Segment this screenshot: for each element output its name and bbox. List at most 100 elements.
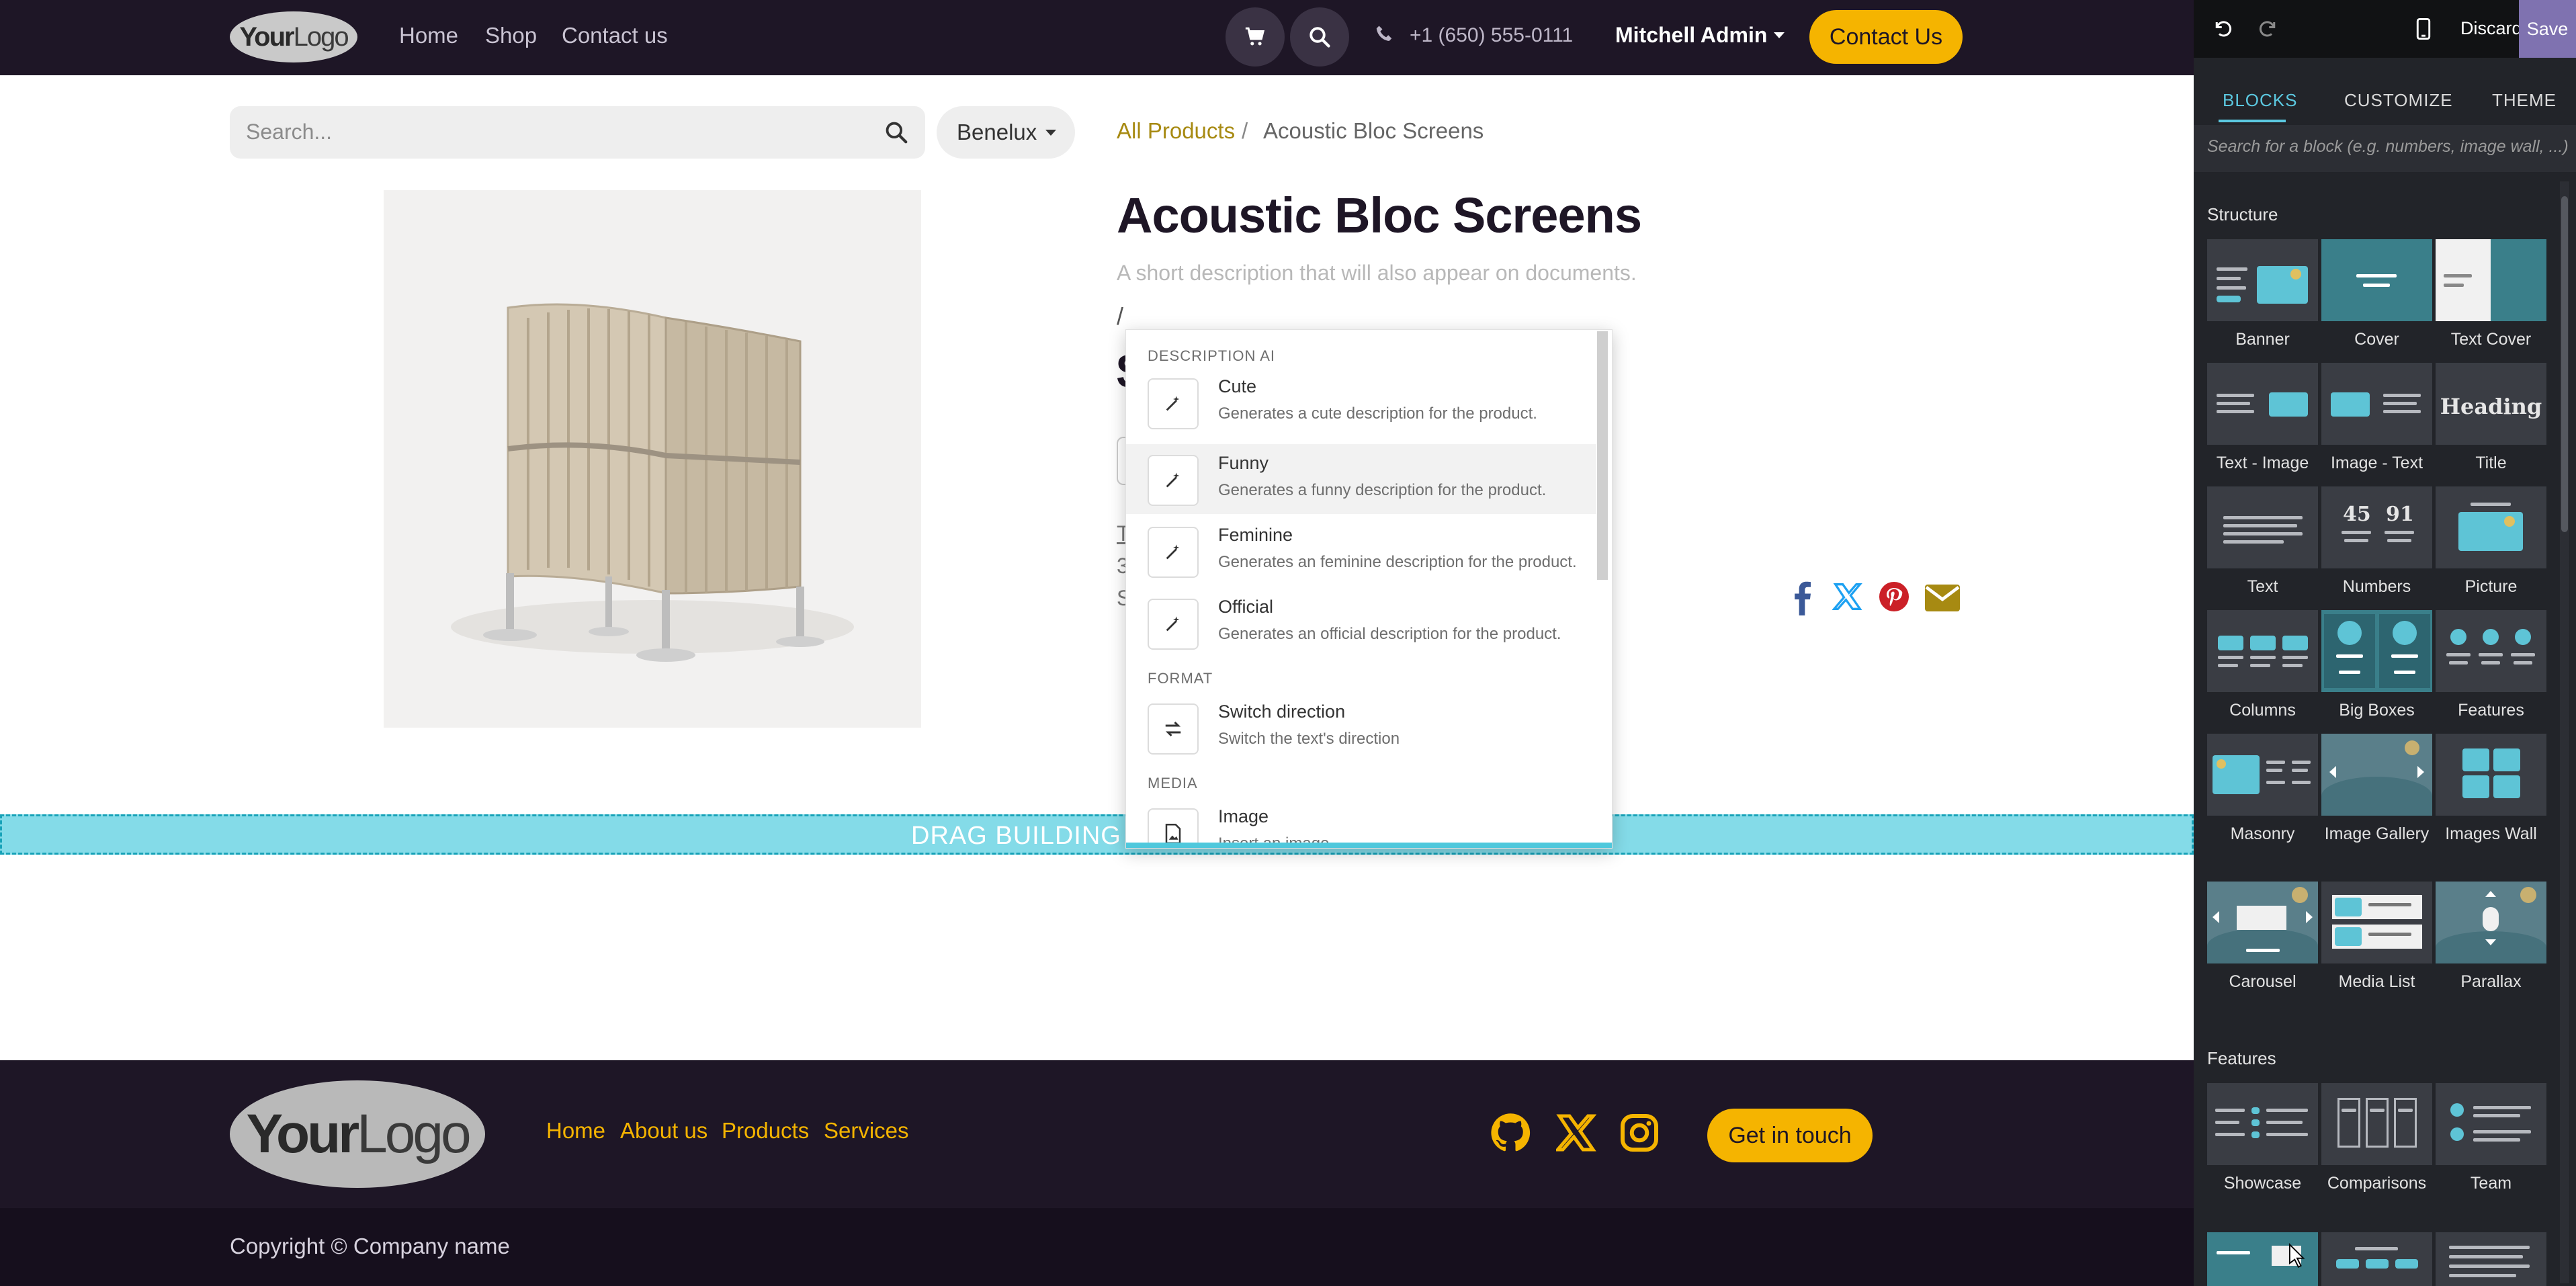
section-structure-title: Structure bbox=[2207, 204, 2278, 224]
command-feminine[interactable]: Feminine Generates an feminine descripti… bbox=[1126, 516, 1596, 586]
numbers-thumbnail-digit: 45 bbox=[2343, 503, 2371, 526]
active-tab-indicator bbox=[2219, 120, 2286, 122]
site-logo[interactable]: Your Logo bbox=[230, 11, 357, 62]
command-description: Generates an official description for th… bbox=[1218, 625, 1561, 643]
showcase-thumbnail bbox=[2207, 1083, 2318, 1165]
command-description: Switch the text's direction bbox=[1218, 730, 1400, 748]
editor-toolbar: Discard Save bbox=[2194, 0, 2576, 58]
big-boxes-thumbnail bbox=[2321, 610, 2432, 692]
search-button[interactable] bbox=[1290, 7, 1349, 67]
block-thumbnail bbox=[2436, 1232, 2546, 1286]
github-icon[interactable] bbox=[1490, 1113, 1531, 1153]
footer-link-services[interactable]: Services bbox=[824, 1118, 909, 1144]
command-palette: DESCRIPTION AI Cute Generates a cute des… bbox=[1125, 329, 1613, 849]
block-search[interactable]: Search for a block (e.g. numbers, image … bbox=[2194, 125, 2576, 172]
block-search-input[interactable]: Search for a block (e.g. numbers, image … bbox=[2207, 137, 2569, 157]
footer-logo[interactable]: Your Logo bbox=[230, 1080, 485, 1188]
redo-button[interactable] bbox=[2253, 13, 2284, 44]
block-label: Cover bbox=[2354, 330, 2399, 349]
block-feature-next-2[interactable] bbox=[2321, 1232, 2432, 1286]
block-label: Text - Image bbox=[2216, 454, 2309, 472]
cart-icon bbox=[1245, 27, 1265, 46]
mobile-preview-icon bbox=[2416, 18, 2431, 40]
block-label: Images Wall bbox=[2445, 824, 2537, 843]
tab-customize[interactable]: CUSTOMIZE bbox=[2344, 90, 2453, 111]
undo-icon bbox=[2215, 21, 2232, 37]
product-image[interactable] bbox=[384, 190, 921, 728]
product-short-description[interactable]: A short description that will also appea… bbox=[1117, 261, 1637, 286]
scrollbar[interactable] bbox=[1597, 331, 1608, 580]
footer-link-about[interactable]: About us bbox=[620, 1118, 707, 1144]
email-icon[interactable] bbox=[1925, 585, 1960, 611]
section-description-ai: DESCRIPTION AI bbox=[1148, 347, 1276, 364]
command-description: Generates an feminine description for th… bbox=[1218, 553, 1577, 571]
chevron-down-icon bbox=[1045, 130, 1056, 136]
breadcrumb-all-products[interactable]: All Products bbox=[1117, 118, 1235, 144]
pinterest-icon[interactable] bbox=[1879, 582, 1909, 611]
page: Your Logo Home Shop Contact us +1 (650) 5… bbox=[0, 0, 2576, 1286]
copyright-text: Copyright © Company name bbox=[230, 1234, 510, 1258]
drag-drop-zone[interactable]: DRAG BUILDING B bbox=[0, 814, 2194, 855]
command-label: Feminine bbox=[1218, 525, 1293, 545]
logo-text-bold: Your bbox=[246, 1103, 359, 1164]
nav-contact-us[interactable]: Contact us bbox=[562, 23, 668, 48]
image-text-thumbnail bbox=[2321, 363, 2432, 445]
command-label: Official bbox=[1218, 597, 1274, 617]
block-label: Title bbox=[2475, 454, 2507, 472]
parallax-thumbnail bbox=[2436, 882, 2546, 963]
command-official[interactable]: Official Generates an official descripti… bbox=[1126, 588, 1596, 658]
contact-us-button[interactable]: Contact Us bbox=[1809, 10, 1963, 64]
magic-wand-icon bbox=[1148, 599, 1199, 650]
media-list-thumbnail bbox=[2321, 882, 2432, 963]
block-label: Team bbox=[2470, 1174, 2512, 1193]
block-label: Features bbox=[2458, 701, 2524, 720]
logo-text-light: Logo bbox=[293, 22, 349, 52]
acoustic-screen-illustration bbox=[451, 303, 854, 662]
command-funny[interactable]: Funny Generates a funny description for … bbox=[1126, 444, 1596, 514]
product-title[interactable]: Acoustic Bloc Screens bbox=[1117, 187, 1642, 244]
drop-zone-label: DRAG BUILDING B bbox=[911, 822, 1147, 850]
user-menu[interactable]: Mitchell Admin bbox=[1615, 23, 1767, 48]
top-navbar: Your Logo Home Shop Contact us +1 (650) 5… bbox=[0, 0, 2194, 75]
panel-scrollbar[interactable] bbox=[2560, 181, 2569, 1283]
undo-button[interactable] bbox=[2207, 13, 2238, 44]
command-switch-direction[interactable]: Switch direction Switch the text's direc… bbox=[1126, 693, 1596, 763]
x-icon[interactable] bbox=[1556, 1113, 1596, 1153]
tab-theme[interactable]: THEME bbox=[2492, 90, 2557, 111]
pricelist-dropdown[interactable]: Benelux bbox=[937, 106, 1075, 159]
discard-button[interactable]: Discard bbox=[2460, 18, 2522, 39]
image-gallery-thumbnail bbox=[2321, 734, 2432, 816]
logo-text-bold: Your bbox=[239, 22, 294, 52]
chevron-down-icon bbox=[1774, 32, 1785, 38]
footer-link-products[interactable]: Products bbox=[722, 1118, 809, 1144]
phone-number[interactable]: +1 (650) 555-0111 bbox=[1410, 24, 1573, 47]
footer-link-home[interactable]: Home bbox=[546, 1118, 605, 1144]
facebook-icon[interactable] bbox=[1793, 581, 1811, 615]
save-button[interactable]: Save bbox=[2519, 0, 2576, 58]
nav-shop[interactable]: Shop bbox=[485, 23, 537, 48]
mouse-cursor-icon bbox=[2288, 1243, 2305, 1268]
banner-thumbnail bbox=[2207, 239, 2318, 321]
block-label: Text bbox=[2247, 577, 2278, 596]
command-image[interactable]: Image Insert an image bbox=[1126, 798, 1596, 848]
breadcrumb-separator: / bbox=[1242, 118, 1248, 143]
tab-blocks[interactable]: BLOCKS bbox=[2223, 90, 2298, 111]
block-label: Text Cover bbox=[2450, 330, 2532, 349]
scrollbar-thumb[interactable] bbox=[2561, 196, 2568, 532]
get-in-touch-button[interactable]: Get in touch bbox=[1707, 1109, 1873, 1162]
mobile-preview-button[interactable] bbox=[2408, 13, 2439, 44]
comparisons-thumbnail bbox=[2321, 1083, 2432, 1165]
search-icon[interactable] bbox=[884, 120, 909, 145]
editor-command-text[interactable]: / bbox=[1117, 302, 1123, 331]
nav-home[interactable]: Home bbox=[399, 23, 458, 48]
masonry-thumbnail bbox=[2207, 734, 2318, 816]
block-feature-next-3[interactable] bbox=[2436, 1232, 2546, 1286]
pricelist-label: Benelux bbox=[957, 120, 1037, 144]
product-search[interactable]: Search... bbox=[230, 106, 925, 159]
magic-wand-icon bbox=[1148, 527, 1199, 578]
command-cute[interactable]: Cute Generates a cute description for th… bbox=[1126, 368, 1596, 437]
search-input[interactable]: Search... bbox=[246, 120, 332, 144]
x-icon[interactable] bbox=[1832, 582, 1863, 611]
cart-button[interactable] bbox=[1226, 7, 1285, 67]
instagram-icon[interactable] bbox=[1619, 1113, 1660, 1153]
